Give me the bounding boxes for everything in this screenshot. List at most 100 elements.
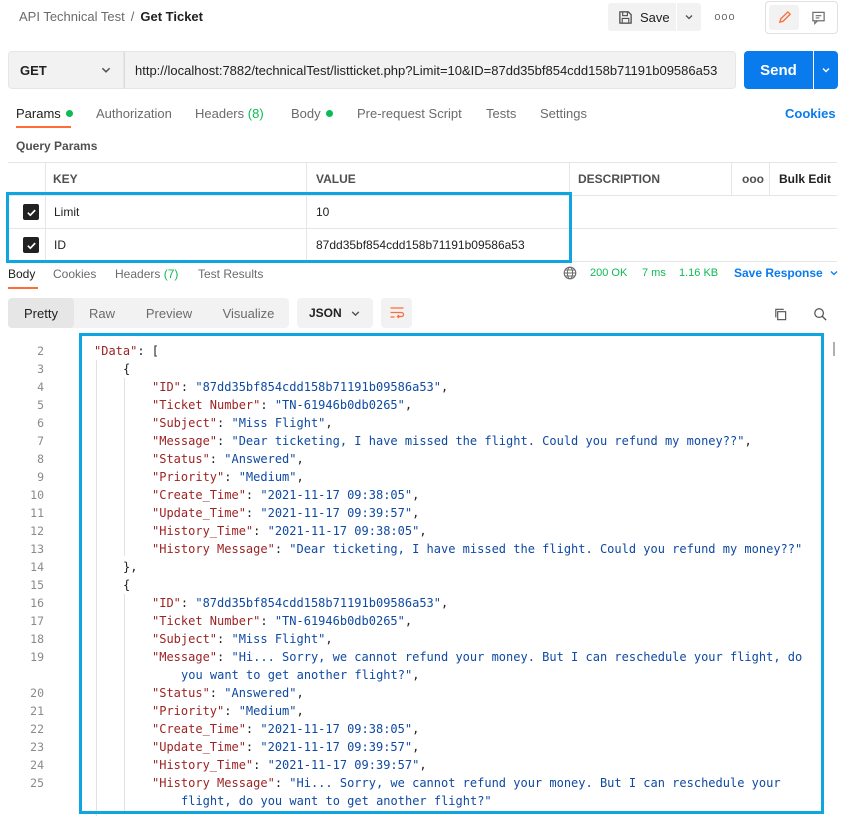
response-size[interactable]: 1.16 KB (679, 267, 718, 279)
column-options-button[interactable]: ooo (742, 172, 764, 186)
json-punctuation: , (325, 632, 333, 646)
json-key: "Priority" (152, 704, 225, 718)
json-punctuation: , (296, 470, 304, 484)
save-response-button[interactable]: Save Response (734, 266, 839, 280)
code-text: { (123, 360, 130, 378)
column-header-key: KEY (53, 172, 78, 186)
more-actions-button[interactable]: ooo (711, 3, 739, 31)
copy-button[interactable] (769, 303, 791, 325)
code-text: you want to get another flight?", (181, 666, 419, 684)
tab-headers[interactable]: Headers (8) (195, 106, 264, 121)
json-punctuation: , (404, 614, 413, 628)
json-punctuation: : (180, 380, 196, 394)
code-text: "Create_Time": "2021-11-17 09:38:05", (152, 720, 419, 738)
query-params-title: Query Params (16, 139, 98, 153)
copy-icon (774, 308, 786, 320)
format-select[interactable]: JSON (297, 298, 373, 328)
format-value: JSON (309, 306, 342, 320)
view-raw-button[interactable]: Raw (74, 298, 130, 328)
json-punctuation: , (412, 506, 420, 520)
json-string: "Hi... Sorry, we cannot refund your mone… (289, 776, 781, 790)
wrap-lines-icon (390, 307, 404, 319)
view-pretty-button[interactable]: Pretty (8, 298, 74, 328)
save-options-button[interactable] (677, 3, 701, 31)
search-button[interactable] (809, 303, 831, 325)
json-punctuation: : (217, 632, 232, 646)
response-time[interactable]: 7 ms (642, 267, 666, 279)
param-key-id[interactable]: ID (54, 238, 66, 252)
documentation-mode-button[interactable] (803, 5, 833, 30)
view-preview-button[interactable]: Preview (130, 298, 208, 328)
param-value-limit[interactable]: 10 (316, 205, 329, 219)
line-number: 20 (30, 686, 44, 700)
bulk-edit-button[interactable]: Bulk Edit (779, 172, 831, 186)
indent-guide (124, 378, 125, 556)
json-key: "Message" (152, 650, 218, 664)
chevron-down-icon (685, 15, 693, 20)
globe-icon[interactable] (563, 266, 577, 283)
tab-prerequest-script[interactable]: Pre-request Script (357, 106, 462, 121)
response-tab-headers-count: (7) (163, 267, 179, 281)
view-visualize-button[interactable]: Visualize (208, 298, 289, 328)
json-punctuation: : (274, 542, 290, 556)
scrollbar-thumb[interactable] (833, 342, 835, 356)
param-checkbox-limit[interactable] (23, 204, 39, 220)
line-number: 16 (30, 596, 44, 610)
wrap-lines-button[interactable] (381, 298, 412, 328)
table-col-divider (769, 162, 770, 195)
line-number: 3 (37, 362, 44, 376)
cookies-link[interactable]: Cookies (785, 106, 836, 121)
chevron-down-icon (351, 310, 360, 316)
line-number: 25 (30, 776, 44, 790)
table-border-bottom (8, 261, 837, 262)
json-punctuation: , (744, 434, 752, 448)
response-tab-underline (8, 287, 38, 289)
method-select[interactable]: GET (8, 51, 124, 89)
json-string: you want to get another flight?" (181, 668, 413, 682)
code-text: "History_Time": "2021-11-17 09:39:57", (152, 756, 427, 774)
breadcrumb-collection[interactable]: API Technical Test (19, 9, 125, 24)
line-number: 2 (37, 344, 44, 358)
json-punctuation: : (260, 614, 275, 628)
param-key-limit[interactable]: Limit (54, 205, 79, 219)
json-string: "Answered" (224, 686, 297, 700)
json-key: "Status" (152, 686, 210, 700)
response-tab-cookies[interactable]: Cookies (53, 267, 96, 281)
tab-tests[interactable]: Tests (486, 106, 516, 121)
response-tab-body[interactable]: Body (8, 267, 35, 281)
param-checkbox-id[interactable] (23, 237, 39, 253)
url-input[interactable]: http://localhost:7882/technicalTest/list… (124, 51, 736, 89)
param-value-id[interactable]: 87dd35bf854cdd158b71191b09586a53 (316, 238, 525, 252)
tab-params[interactable]: Params (16, 106, 73, 121)
view-mode-group: Pretty Raw Preview Visualize (8, 298, 289, 328)
json-key: "Update_Time" (152, 506, 246, 520)
json-key: "History_Time" (152, 524, 254, 538)
json-key: "History_Time" (152, 758, 254, 772)
code-text: }, (123, 558, 137, 576)
save-button[interactable]: Save (608, 3, 676, 31)
line-number: 4 (37, 380, 44, 394)
edit-mode-button[interactable] (769, 5, 799, 30)
response-tab-test-results[interactable]: Test Results (198, 267, 263, 281)
json-string: "Answered" (224, 452, 297, 466)
response-tab-headers[interactable]: Headers (7) (115, 267, 178, 281)
json-key: "Status" (152, 452, 210, 466)
send-options-button[interactable] (814, 51, 838, 89)
tab-authorization[interactable]: Authorization (96, 106, 172, 121)
json-punctuation: : (217, 434, 232, 448)
line-number: 22 (30, 722, 44, 736)
breadcrumb-request-name[interactable]: Get Ticket (140, 9, 203, 24)
json-punctuation: : (253, 524, 268, 538)
table-col-divider (45, 162, 46, 261)
send-button[interactable]: Send (744, 51, 813, 89)
json-key: "ID" (152, 596, 181, 610)
response-status[interactable]: 200 OK (590, 267, 627, 279)
tab-settings[interactable]: Settings (540, 106, 587, 121)
json-punctuation: : (209, 452, 225, 466)
indent-guide (96, 360, 97, 816)
json-string: "2021-11-17 09:38:05" (267, 524, 420, 538)
tab-body[interactable]: Body (291, 106, 333, 121)
json-punctuation: : (217, 650, 232, 664)
line-number: 9 (37, 470, 44, 484)
response-body-editor[interactable]: 2 "Data": [3 {4 "ID": "87dd35bf854cdd158b71… (0, 340, 842, 816)
